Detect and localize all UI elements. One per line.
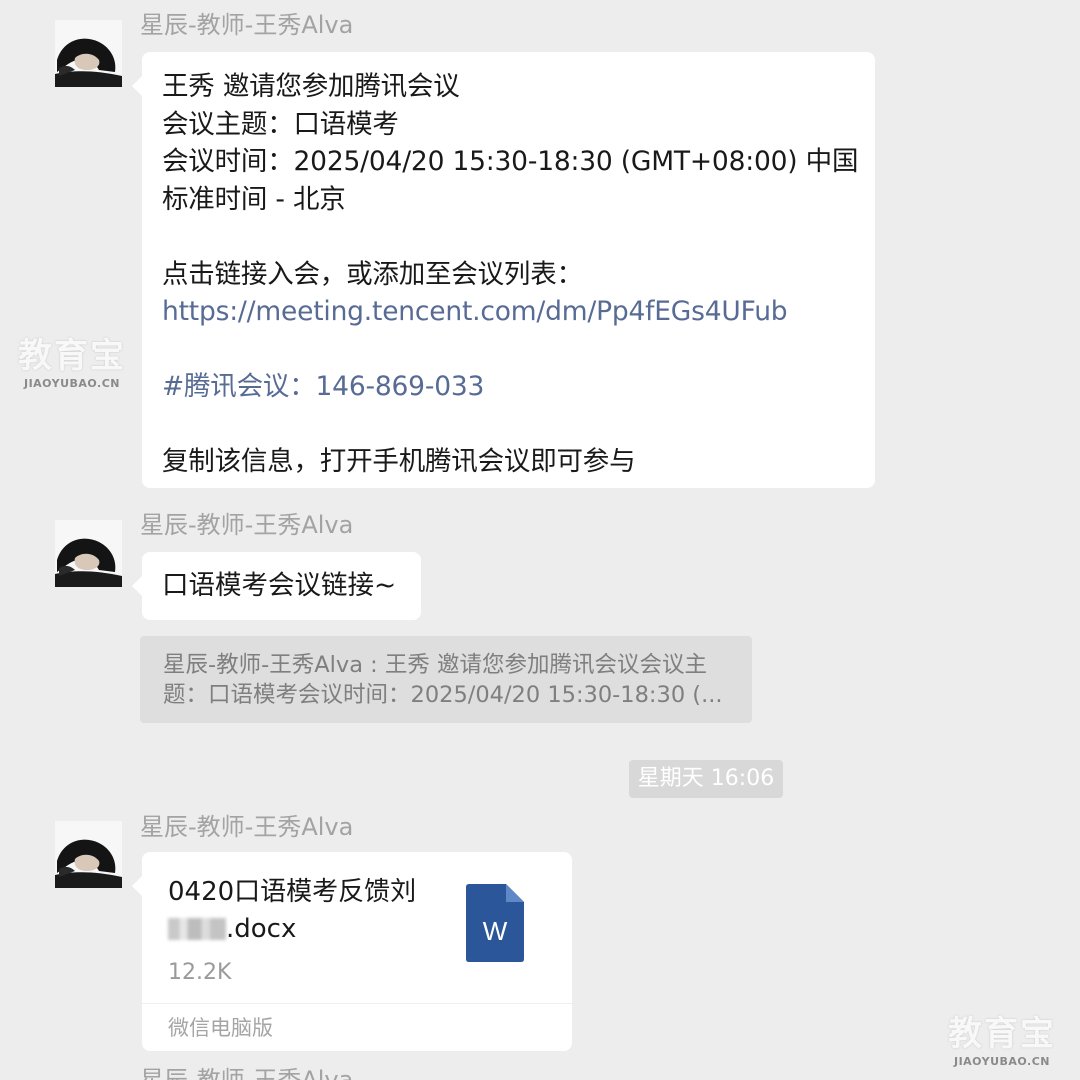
- message-line: 王秀 邀请您参加腾讯会议: [162, 71, 460, 102]
- file-name-line: 0420口语模考反馈刘: [168, 877, 417, 907]
- watermark-logo: 教育宝 JIAOYUBAO.CN: [948, 1006, 1056, 1068]
- word-icon-letter: W: [483, 916, 508, 946]
- message-line: 复制该信息，打开手机腾讯会议即可参与: [162, 446, 636, 477]
- file-message-card[interactable]: 0420口语模考反馈刘 .docx W 12.2K 微信电脑版: [132, 852, 572, 1051]
- text-message[interactable]: 口语模考会议链接~: [132, 552, 421, 620]
- quoted-message[interactable]: 星辰-教师-王秀Alva : 王秀 邀请您参加腾讯会议会议主 题：口语模考会议时…: [140, 636, 752, 723]
- chat-window: 星辰-教师-王秀Alva 王秀 邀请您参加腾讯会议 会议主题：口语模考 会议时间…: [0, 0, 1080, 1080]
- watermark-subtext: JIAOYUBAO.CN: [953, 1055, 1051, 1068]
- avatar[interactable]: [55, 20, 122, 87]
- file-name-line: .docx: [168, 911, 458, 948]
- message-line: 会议主题：口语模考: [162, 108, 399, 140]
- meeting-id-tag[interactable]: #腾讯会议：146-869-033: [162, 368, 855, 406]
- divider: [142, 1003, 572, 1004]
- sender-name: 星辰-教师-王秀Alva: [140, 813, 354, 841]
- watermark-subtext: JIAOYUBAO.CN: [23, 377, 121, 390]
- file-extension: .docx: [226, 914, 297, 944]
- avatar-portrait-icon: [55, 821, 122, 888]
- message-text: 口语模考会议链接~: [162, 570, 397, 601]
- quote-text-line: 题：口语模考会议时间：2025/04/20 15:30-18:30 (...: [163, 682, 723, 708]
- message-line: 标准时间 - 北京: [162, 183, 346, 215]
- sender-name: 星辰-教师-王秀Alva: [140, 11, 354, 39]
- message-line: 会议时间：2025/04/20 15:30-18:30 (GMT+08:00) …: [162, 146, 859, 177]
- word-doc-icon: W: [466, 884, 524, 962]
- avatar-portrait-icon: [55, 20, 122, 87]
- watermark-logo: 教育宝 JIAOYUBAO.CN: [18, 328, 126, 390]
- quote-text-line: 星辰-教师-王秀Alva : 王秀 邀请您参加腾讯会议会议主: [163, 652, 708, 678]
- watermark-text: 教育宝: [948, 1014, 1056, 1054]
- message-line: 点击链接入会，或添加至会议列表：: [162, 258, 583, 290]
- meeting-link[interactable]: https://meeting.tencent.com/dm/Pp4fEGs4U…: [162, 293, 855, 331]
- file-name: 0420口语模考反馈刘 .docx: [168, 874, 458, 948]
- time-divider: 星期天 16:06: [629, 760, 783, 798]
- avatar-portrait-icon: [55, 520, 122, 587]
- redacted-text: [168, 918, 226, 940]
- avatar[interactable]: [55, 520, 122, 587]
- sender-name: 星辰-教师-王秀Alva: [140, 1066, 354, 1080]
- avatar[interactable]: [55, 821, 122, 888]
- meeting-invite-message[interactable]: 王秀 邀请您参加腾讯会议 会议主题：口语模考 会议时间：2025/04/20 1…: [132, 52, 875, 488]
- file-size: 12.2K: [168, 960, 232, 985]
- file-source-label: 微信电脑版: [168, 1016, 273, 1040]
- watermark-text: 教育宝: [18, 336, 126, 376]
- sender-name: 星辰-教师-王秀Alva: [140, 511, 354, 539]
